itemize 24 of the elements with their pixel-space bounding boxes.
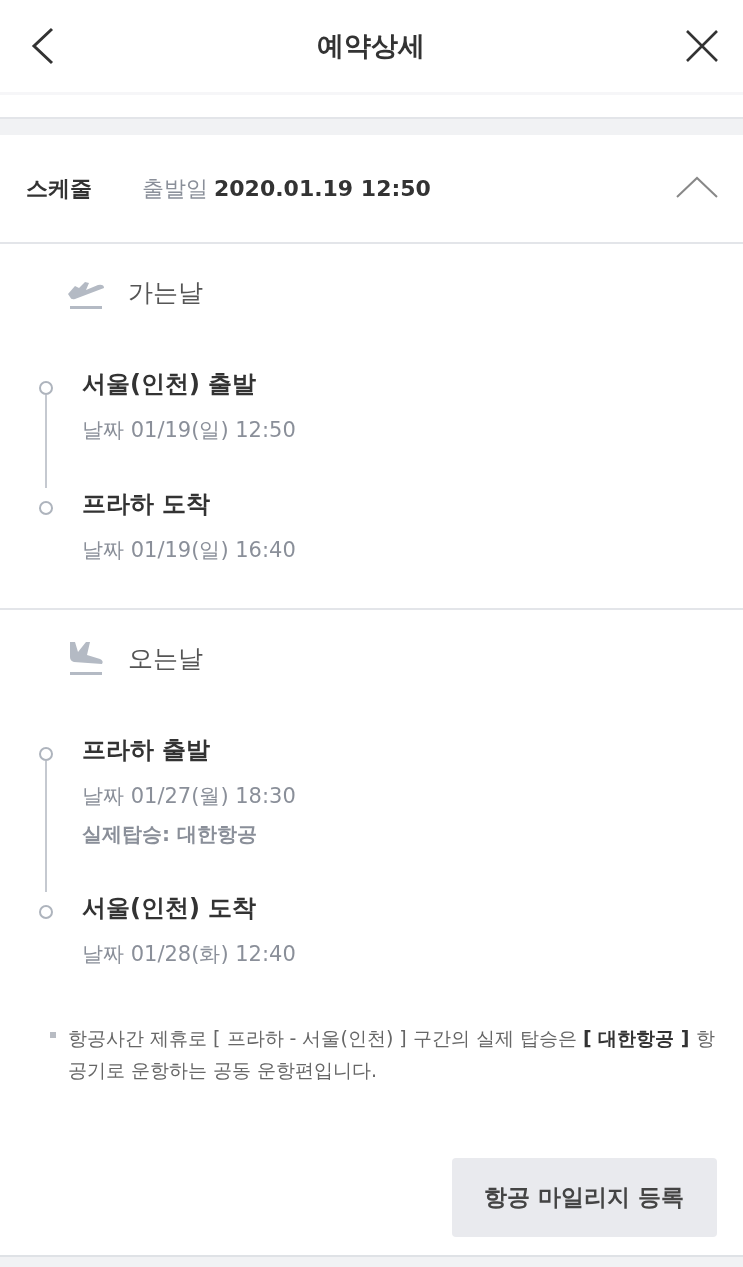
stop-title: 프라하 도착 — [82, 489, 212, 520]
timeline-dot — [39, 747, 53, 761]
stop-title: 서울(인천) 출발 — [82, 369, 258, 400]
leg-title: 오는날 — [128, 642, 203, 675]
departure-date: 2020.01.19 12:50 — [214, 176, 432, 201]
codeshare-note: 항공사간 제휴로 [ 프라하 - 서울(인천) ] 구간의 실제 탑승은 [ 대한항공 ] 항공기로 운항하는 공동 운항편입니다. — [68, 1026, 716, 1083]
timeline-dot — [39, 905, 53, 919]
mileage-button[interactable]: 항공 마일리지 등록 — [452, 1158, 717, 1237]
timeline-dot — [39, 501, 53, 515]
stop-date: 날짜 01/19(일) 12:50 — [82, 417, 296, 444]
section-label: 스케줄 — [26, 174, 93, 203]
stop-title: 프라하 출발 — [82, 735, 212, 766]
stop-title: 서울(인천) 도착 — [82, 893, 258, 924]
stop-date: 날짜 01/19(일) 16:40 — [82, 537, 296, 564]
bullet-icon — [50, 1032, 56, 1038]
page-title: 예약상세 — [316, 29, 425, 63]
leg-title: 가는날 — [128, 276, 203, 309]
date-label: 출발일 — [142, 174, 208, 203]
stop-date: 날짜 01/27(월) 18:30 — [82, 783, 296, 810]
timeline-dot — [39, 381, 53, 395]
collapse-icon[interactable] — [675, 174, 719, 199]
stop-date: 날짜 01/28(화) 12:40 — [82, 941, 296, 968]
close-icon[interactable] — [685, 29, 719, 63]
operator-text: 실제탑승: 대한항공 — [82, 821, 258, 848]
